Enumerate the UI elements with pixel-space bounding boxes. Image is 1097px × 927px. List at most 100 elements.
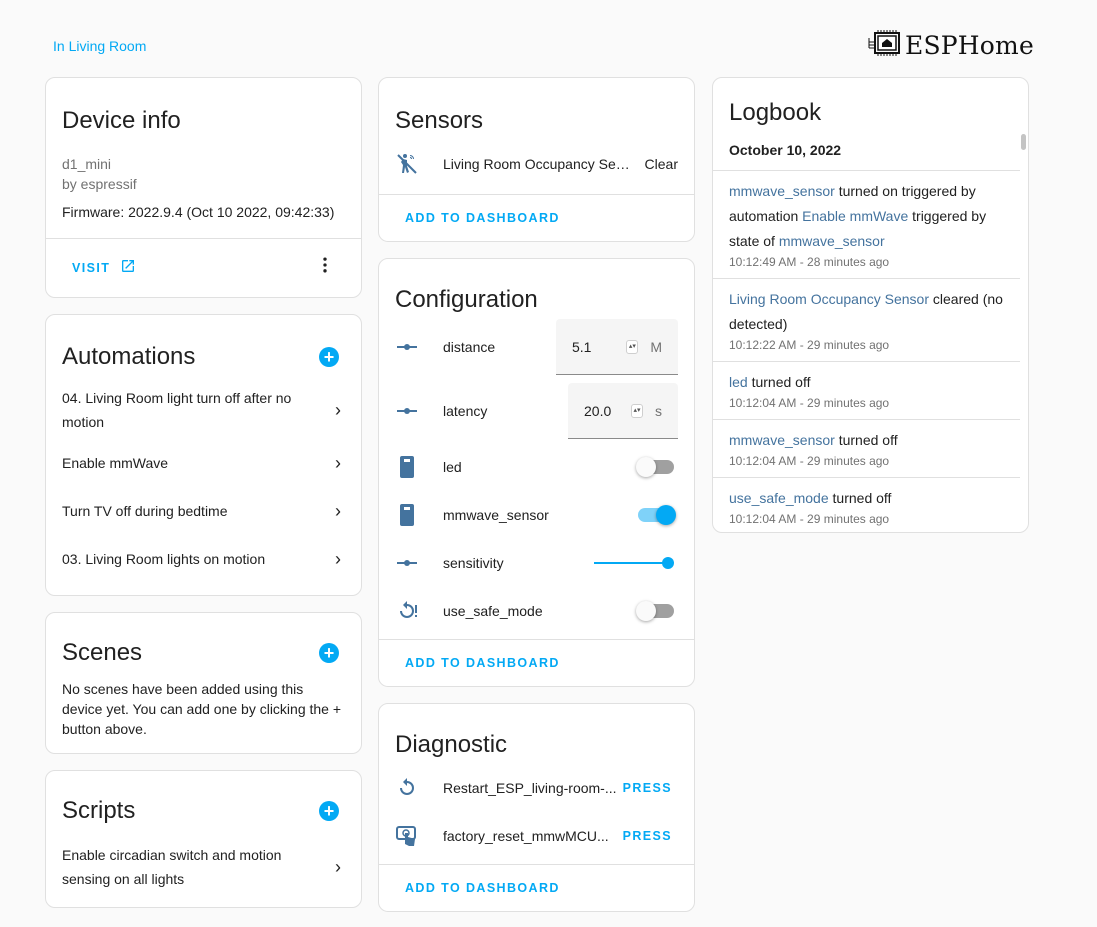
- configuration-card: Configuration distance 5.1 ▴▾ M latency …: [378, 258, 695, 687]
- entity-row[interactable]: Living Room Occupancy Sensor Clear: [379, 142, 694, 186]
- entity-name: use_safe_mode: [443, 603, 543, 619]
- card-title: Logbook: [729, 99, 822, 126]
- visit-label: VISIT: [72, 261, 111, 275]
- sensors-card: Sensors Living Room Occupancy Sensor Cle…: [378, 77, 695, 242]
- switch-row-use-safe-mode: use_safe_mode: [379, 587, 694, 635]
- mmwave-sensor-toggle[interactable]: [638, 505, 676, 525]
- card-title: Device info: [62, 107, 181, 134]
- gesture-tap-button-icon: [395, 824, 419, 848]
- switch-row-led: led: [379, 443, 694, 491]
- logbook-date: October 10, 2022: [729, 142, 842, 158]
- latency-input[interactable]: 20.0 ▴▾ s: [568, 383, 678, 439]
- column-middle: Sensors Living Room Occupancy Sensor Cle…: [378, 77, 695, 927]
- card-title: Scenes: [62, 639, 143, 666]
- logbook-time: 10:12:04 AM - 29 minutes ago: [729, 454, 890, 468]
- chevron-right-icon: ›: [335, 856, 341, 877]
- logbook-entry: use_safe_mode turned off 10:12:04 AM - 29…: [713, 477, 1020, 532]
- entity-link[interactable]: Living Room Occupancy Sensor: [729, 291, 929, 307]
- visit-button[interactable]: VISIT: [72, 258, 136, 279]
- entity-link[interactable]: mmwave_sensor: [779, 233, 885, 249]
- logbook-entry: mmwave_sensor turned off 10:12:04 AM - 29…: [713, 419, 1020, 477]
- spinner-icon[interactable]: ▴▾: [631, 403, 643, 418]
- plus-circle-icon[interactable]: +: [319, 801, 339, 821]
- led-toggle[interactable]: [636, 457, 674, 477]
- switch-row-mmwave-sensor: mmwave_sensor: [379, 491, 694, 539]
- add-to-dashboard-button[interactable]: ADD TO DASHBOARD: [405, 211, 560, 225]
- device-manufacturer: by espressif: [62, 176, 137, 192]
- ray-vertex-icon: [395, 551, 419, 575]
- logbook-message: mmwave_sensor turned on triggered by aut…: [729, 179, 1004, 254]
- card-title: Scripts: [62, 797, 136, 824]
- diagnostic-card: Diagnostic Restart_ESP_living-room-... P…: [378, 703, 695, 912]
- chevron-right-icon: ›: [335, 500, 341, 521]
- entity-link[interactable]: Enable mmWave: [802, 208, 908, 224]
- plus-circle-icon[interactable]: +: [319, 347, 339, 367]
- add-to-dashboard-button[interactable]: ADD TO DASHBOARD: [405, 881, 560, 895]
- slider-thumb[interactable]: [662, 557, 674, 569]
- press-button[interactable]: PRESS: [623, 781, 672, 795]
- dots-vertical-icon[interactable]: [315, 255, 335, 281]
- ray-vertex-icon: [395, 335, 419, 359]
- automation-item[interactable]: Enable mmWave ›: [46, 439, 361, 487]
- logbook-entry: led turned off 10:12:04 AM - 29 minutes a…: [713, 361, 1020, 419]
- press-button[interactable]: PRESS: [623, 829, 672, 843]
- spinner-icon[interactable]: ▴▾: [626, 339, 639, 354]
- number-row-latency: latency 20.0 ▴▾ s: [379, 375, 694, 439]
- entity-link[interactable]: use_safe_mode: [729, 490, 829, 506]
- entity-state: Clear: [644, 156, 678, 172]
- scripts-card: Scripts + Enable circadian switch and mo…: [45, 770, 362, 908]
- automations-card: Automations + 04. Living Room light turn…: [45, 314, 362, 596]
- script-item[interactable]: Enable circadian switch and motion sensi…: [46, 829, 361, 897]
- entity-name: led: [443, 459, 462, 475]
- automation-item[interactable]: 03. Living Room lights on motion ›: [46, 535, 361, 583]
- logbook-text: turned off: [834, 432, 898, 448]
- number-row-distance: distance 5.1 ▴▾ M: [379, 319, 694, 375]
- ray-vertex-icon: [395, 399, 419, 423]
- entity-name: mmwave_sensor: [443, 507, 549, 523]
- esphome-brand: ESPHome: [867, 30, 1034, 61]
- plus-circle-icon[interactable]: +: [319, 643, 339, 663]
- logbook-time: 10:12:04 AM - 29 minutes ago: [729, 512, 890, 526]
- button-row: factory_reset_mmwMCU... PRESS: [379, 812, 694, 860]
- motion-sensor-off-icon: [395, 152, 419, 176]
- entity-link[interactable]: mmwave_sensor: [729, 432, 835, 448]
- sensitivity-slider[interactable]: [594, 557, 674, 569]
- logbook-time: 10:12:04 AM - 29 minutes ago: [729, 396, 890, 410]
- automation-item[interactable]: 04. Living Room light turn off after no …: [46, 377, 361, 439]
- restart-alert-icon: [395, 599, 419, 623]
- device-firmware: Firmware: 2022.9.4 (Oct 10 2022, 09:42:3…: [62, 204, 335, 220]
- entity-name: distance: [443, 339, 496, 355]
- logbook-message: mmwave_sensor turned off: [729, 428, 1004, 453]
- entity-name: Living Room Occupancy Sensor: [443, 156, 633, 172]
- use-safe-mode-toggle[interactable]: [636, 601, 674, 621]
- button-row: Restart_ESP_living-room-... PRESS: [379, 764, 694, 812]
- logbook-card: Logbook October 10, 2022 mmwave_sensor t…: [712, 77, 1029, 533]
- logbook-message: led turned off: [729, 370, 1004, 395]
- entity-name: factory_reset_mmwMCU...: [443, 828, 609, 844]
- card-title: Diagnostic: [395, 731, 508, 758]
- logbook-text: turned off: [747, 374, 811, 390]
- logbook-scrollbar[interactable]: [1021, 134, 1026, 150]
- card-title: Configuration: [395, 286, 538, 313]
- column-right: Logbook October 10, 2022 mmwave_sensor t…: [712, 77, 1029, 549]
- entity-link[interactable]: led: [729, 374, 748, 390]
- card-title: Sensors: [395, 107, 484, 134]
- scenes-empty-text: No scenes have been added using this dev…: [62, 681, 342, 737]
- distance-input[interactable]: 5.1 ▴▾ M: [556, 319, 678, 375]
- entity-name: sensitivity: [443, 555, 504, 571]
- logbook-text: turned off: [828, 490, 892, 506]
- card-title: Automations: [62, 343, 196, 370]
- add-to-dashboard-button[interactable]: ADD TO DASHBOARD: [405, 656, 560, 670]
- esphome-chip-icon: [867, 30, 901, 61]
- entity-link[interactable]: mmwave_sensor: [729, 183, 835, 199]
- logbook-entry: Living Room Occupancy Sensor cleared (no…: [713, 278, 1020, 361]
- chevron-right-icon: ›: [335, 548, 341, 569]
- restart-icon: [395, 776, 419, 800]
- device-info-card: Device info d1_mini by espressif Firmwar…: [45, 77, 362, 298]
- logbook-message: Living Room Occupancy Sensor cleared (no…: [729, 287, 1004, 337]
- logbook-entry: mmwave_sensor turned on triggered by aut…: [713, 170, 1020, 278]
- automation-item[interactable]: Turn TV off during bedtime ›: [46, 487, 361, 535]
- breadcrumb-area-link[interactable]: In Living Room: [53, 38, 146, 54]
- light-switch-icon: [395, 503, 419, 527]
- device-model: d1_mini: [62, 156, 112, 172]
